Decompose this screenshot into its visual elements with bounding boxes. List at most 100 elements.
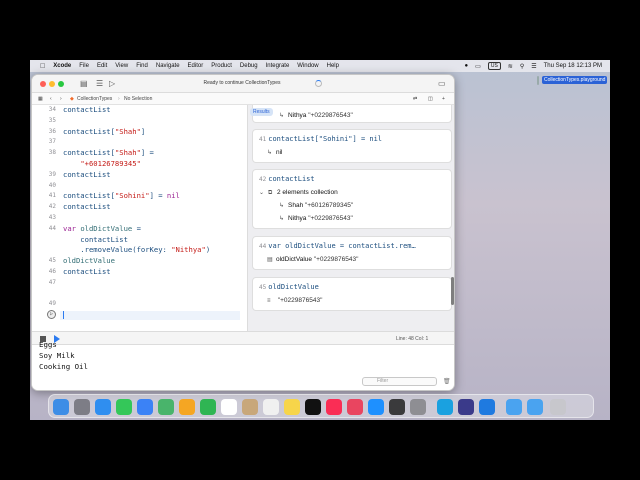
trash-bin-icon[interactable]	[550, 399, 566, 415]
code-line[interactable]: contactList["Sohini"] = nil	[63, 191, 180, 200]
desktop:  Xcode File Edit View Find Navigate Edi…	[30, 60, 610, 420]
minimize-button[interactable]	[49, 81, 55, 87]
results-badge: Results	[250, 108, 273, 116]
menu-window[interactable]: Window	[297, 63, 318, 69]
contacts-icon[interactable]	[242, 399, 258, 415]
menu-edit[interactable]: Edit	[97, 63, 107, 69]
xcode-icon[interactable]	[479, 399, 495, 415]
menu-debug[interactable]: Debug	[240, 63, 258, 69]
input-source[interactable]: US	[487, 62, 501, 70]
code-line[interactable]: contactList["Shah"] =	[63, 148, 154, 157]
line-number: 43	[48, 214, 56, 221]
result-line-header: 41 contactList["Sohini"] = nil	[259, 135, 383, 143]
code-line[interactable]: contactList	[63, 202, 111, 211]
add-editor-icon[interactable]: +	[442, 96, 445, 102]
window-toolbar: ▤ ☰ ▷ Ready to continue CollectionTypes …	[32, 75, 454, 93]
menu-app-name[interactable]: Xcode	[53, 63, 71, 69]
navigator-toggle-icon[interactable]: ▤	[80, 79, 88, 88]
desktop-file[interactable]: CollectionTypes.playground	[537, 76, 608, 85]
downloads-folder-icon[interactable]	[506, 399, 522, 415]
photos-icon[interactable]	[179, 399, 195, 415]
swap-icon[interactable]: ⇄	[413, 96, 417, 102]
code-line[interactable]: contactList	[63, 267, 111, 276]
menu-help[interactable]: Help	[327, 63, 339, 69]
code-line[interactable]: contactList["Shah"]	[63, 127, 145, 136]
quicktime-icon[interactable]	[437, 399, 453, 415]
breadcrumb-selection[interactable]: No Selection	[124, 96, 152, 102]
console-filter-input[interactable]: Filter	[362, 377, 437, 386]
code-line[interactable]: var oldDictValue =	[63, 224, 141, 233]
forward-icon[interactable]: ›	[60, 96, 62, 102]
close-button[interactable]	[40, 81, 46, 87]
trash-icon[interactable]: 🗑	[443, 378, 451, 385]
debug-bar: Line: 48 Col: 1	[32, 331, 454, 345]
finder-icon[interactable]	[53, 399, 69, 415]
chevron-down-icon[interactable]: ⌄	[259, 189, 265, 196]
line-number: 35	[48, 116, 56, 124]
results-scrollbar[interactable]	[451, 277, 454, 305]
messages-icon[interactable]	[116, 399, 132, 415]
display-icon[interactable]: ▭	[475, 63, 481, 70]
music-icon[interactable]	[326, 399, 342, 415]
menu-integrate[interactable]: Integrate	[266, 63, 290, 69]
line-number: 45	[48, 257, 56, 265]
menu-product[interactable]: Product	[211, 63, 232, 69]
code-editor[interactable]: ▷ 34 contactList 35 36 contactList["Shah"] 37…	[32, 105, 247, 331]
keynote-icon[interactable]	[389, 399, 405, 415]
safari-icon[interactable]	[95, 399, 111, 415]
run-icon[interactable]: ▷	[109, 79, 115, 88]
recording-icon[interactable]: ●	[465, 63, 469, 69]
line-number: 46	[48, 268, 56, 275]
result-card[interactable]: 44 var oldDictValue = contactList.rem… ▤ o…	[252, 236, 452, 270]
inspector-toggle-icon[interactable]: ▭	[438, 79, 446, 88]
system-settings-icon[interactable]	[410, 399, 426, 415]
code-line[interactable]: contactList	[63, 105, 111, 114]
breadcrumb-separator: ›	[118, 96, 120, 102]
code-line[interactable]: oldDictValue	[63, 256, 115, 265]
code-line[interactable]: .removeValue(forKey: "Nithya")	[63, 245, 210, 254]
mail-icon[interactable]	[137, 399, 153, 415]
code-line[interactable]: contactList	[63, 170, 111, 179]
line-number: 40	[48, 181, 56, 189]
menu-file[interactable]: File	[79, 63, 89, 69]
tv-icon[interactable]	[305, 399, 321, 415]
calendar-icon[interactable]	[221, 399, 237, 415]
breadcrumb-file[interactable]: CollectionTypes	[77, 96, 112, 102]
reminders-icon[interactable]	[263, 399, 279, 415]
menu-view[interactable]: View	[115, 63, 128, 69]
result-card[interactable]: 42 contactList ⌄ ⧉ 2 elements collection ↳ S…	[252, 169, 452, 229]
documents-folder-icon[interactable]	[527, 399, 543, 415]
zoom-button[interactable]	[58, 81, 64, 87]
result-card[interactable]: 41 contactList["Sohini"] = nil ↳ nil	[252, 129, 452, 163]
split-icon[interactable]: ◫	[428, 96, 433, 102]
menu-navigate[interactable]: Navigate	[156, 63, 180, 69]
code-line[interactable]: "+60126789345"	[63, 159, 141, 168]
control-center-icon[interactable]: ☰	[531, 63, 536, 70]
line-number: 42	[48, 203, 56, 211]
launchpad-icon[interactable]	[74, 399, 90, 415]
console-output[interactable]: Eggs Soy Milk Cooking Oil Filter 🗑	[32, 340, 454, 390]
result-card[interactable]: 45 oldDictValue ≡ "+0229876543"	[252, 277, 452, 311]
run-line-icon[interactable]: ▷	[47, 310, 56, 319]
grid-icon[interactable]: ▦	[38, 96, 43, 102]
app-store-icon[interactable]	[368, 399, 384, 415]
apple-icon[interactable]: 	[40, 63, 45, 70]
back-icon[interactable]: ‹	[50, 96, 52, 102]
collection-icon: ⧉	[268, 190, 273, 196]
list-icon[interactable]: ☰	[96, 79, 103, 88]
notes-icon[interactable]	[284, 399, 300, 415]
result-card[interactable]: ↳ Nithya "+0229876543"	[252, 105, 452, 123]
instruments-icon[interactable]	[458, 399, 474, 415]
collection-summary[interactable]: ⌄ ⧉ 2 elements collection	[259, 189, 338, 196]
menu-editor[interactable]: Editor	[188, 63, 204, 69]
line-number: 47	[48, 278, 56, 286]
maps-icon[interactable]	[158, 399, 174, 415]
code-line[interactable]: contactList	[63, 235, 128, 244]
facetime-icon[interactable]	[200, 399, 216, 415]
collection-entry: ↳ Nithya "+0229876543"	[279, 215, 353, 222]
menu-find[interactable]: Find	[136, 63, 148, 69]
menu-clock[interactable]: Thu Sep 18 12:13 PM	[544, 63, 602, 69]
search-icon[interactable]: ⚲	[520, 63, 524, 70]
wifi-icon[interactable]: ≋	[508, 63, 513, 70]
news-icon[interactable]	[347, 399, 363, 415]
